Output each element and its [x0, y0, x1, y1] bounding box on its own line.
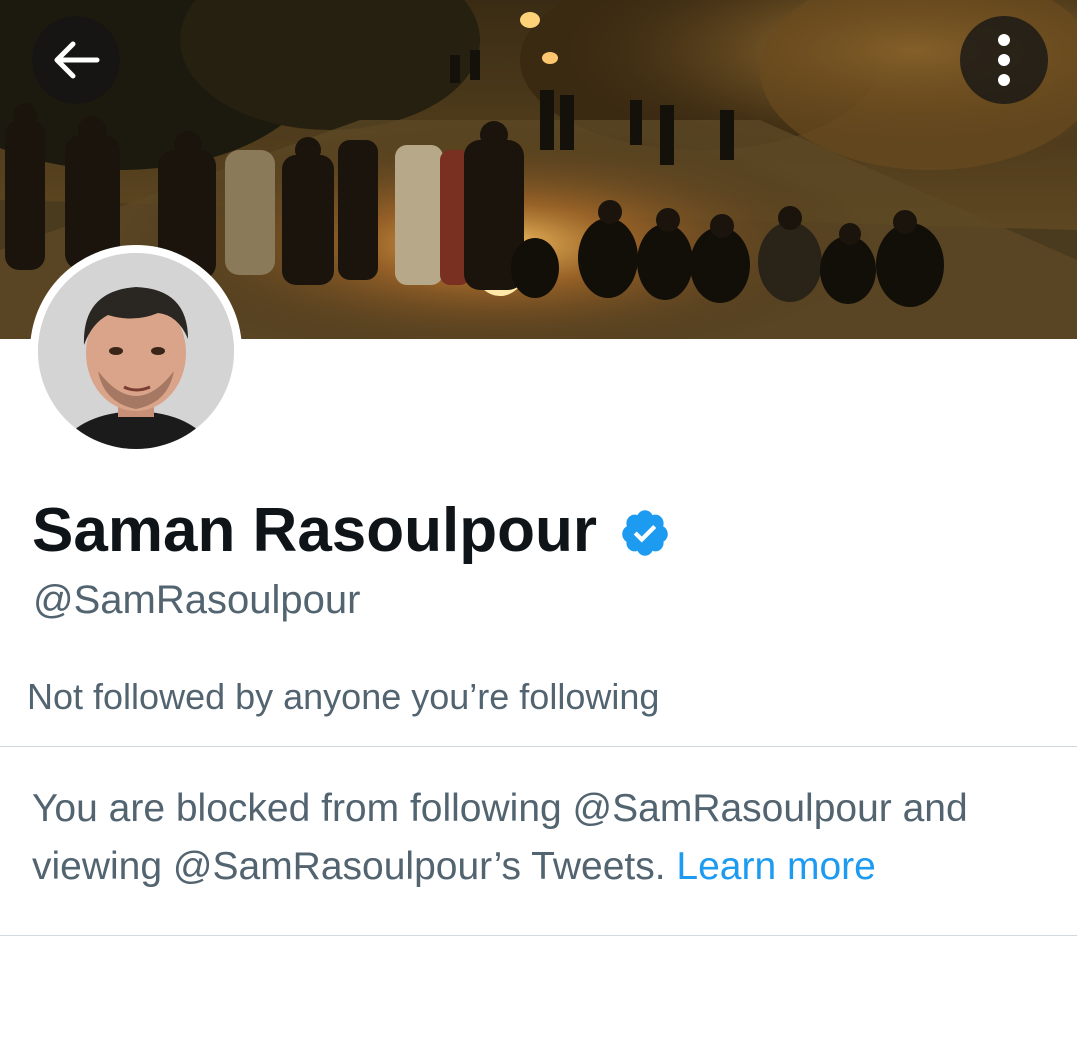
verified-badge-icon[interactable]: [619, 507, 671, 559]
divider: [0, 935, 1077, 936]
learn-more-link[interactable]: Learn more: [676, 845, 875, 888]
followers-you-know-note[interactable]: Not followed by anyone you’re following: [27, 676, 659, 718]
back-button[interactable]: [32, 16, 120, 104]
profile-handle: @SamRasoulpour: [33, 578, 361, 622]
divider: [0, 746, 1077, 747]
more-options-button[interactable]: [960, 16, 1048, 104]
profile-avatar[interactable]: [30, 245, 242, 457]
arrow-left-icon: [54, 41, 100, 79]
avatar-photo: [38, 253, 234, 449]
blocked-notice: You are blocked from following @SamRasou…: [32, 780, 1062, 896]
more-vertical-icon: [998, 34, 1010, 86]
profile-name-row: Saman Rasoulpour: [32, 490, 671, 570]
display-name: Saman Rasoulpour: [32, 495, 597, 565]
